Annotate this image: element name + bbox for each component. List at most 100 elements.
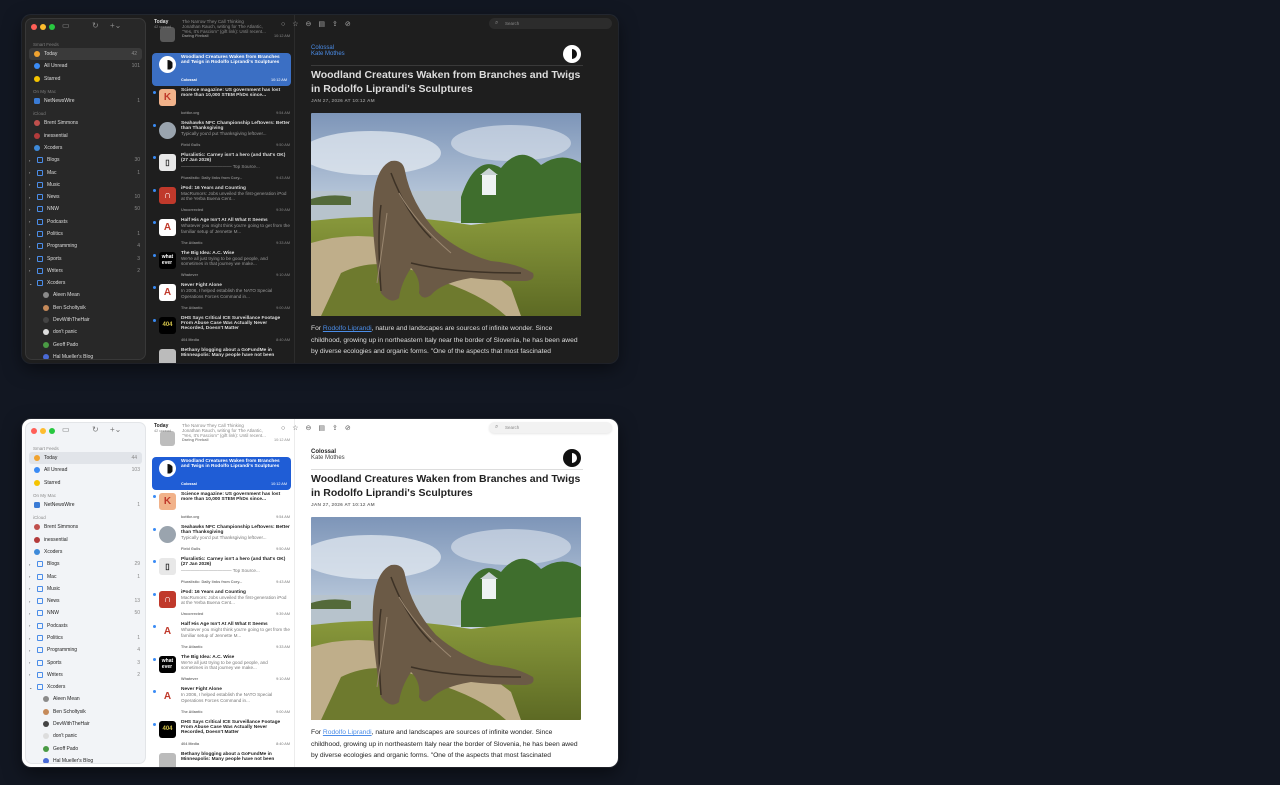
- refresh-icon[interactable]: ↻: [92, 21, 99, 30]
- sidebar-folder[interactable]: › Sports 3: [26, 252, 145, 264]
- scrolled-article[interactable]: The Narrow They Call Thinking Jonathan R…: [160, 19, 290, 52]
- article-row[interactable]: A Never Fight Alone In 2006, I helped esta…: [149, 281, 294, 314]
- sidebar-folder[interactable]: › Politics 1: [26, 228, 145, 240]
- chevron-right-icon[interactable]: ›: [29, 268, 30, 273]
- sidebar-folder[interactable]: › News 10: [26, 191, 145, 203]
- article-row[interactable]: K Science magazine: US government has los…: [149, 490, 294, 523]
- share-icon[interactable]: ⇪: [332, 424, 338, 432]
- article-row[interactable]: 404 DHS Says Critical ICE Surveillance Fo…: [149, 314, 294, 347]
- sidebar-item-all-unread[interactable]: All Unread 103: [26, 464, 145, 476]
- sidebar-feed[interactable]: inessential: [26, 533, 145, 545]
- chevron-right-icon[interactable]: ›: [29, 623, 30, 628]
- sidebar-folder[interactable]: › Programming 4: [26, 240, 145, 252]
- mark-read-icon[interactable]: ○: [281, 425, 285, 432]
- sidebar-feed[interactable]: DevWithTheHair: [26, 314, 145, 326]
- sidebar-feed[interactable]: Brent Simmons: [26, 521, 145, 533]
- sidebar-folder[interactable]: › Blogs 29: [26, 558, 145, 570]
- chevron-right-icon[interactable]: ›: [29, 648, 30, 653]
- chevron-right-icon[interactable]: ›: [29, 207, 30, 212]
- star-icon[interactable]: ☆: [292, 20, 298, 28]
- minimize-window-button[interactable]: [40, 428, 46, 434]
- open-browser-icon[interactable]: ⊘: [345, 424, 351, 432]
- sidebar-folder[interactable]: › Politics 1: [26, 632, 145, 644]
- sidebar-feed[interactable]: Xcoders: [26, 546, 145, 558]
- sidebar-feed[interactable]: Ben Scholtysik: [26, 706, 145, 718]
- close-window-button[interactable]: [31, 24, 37, 30]
- chevron-right-icon[interactable]: ›: [29, 562, 30, 567]
- article-row[interactable]: Seahawks NFC Championship Leftovers: Bet…: [149, 119, 294, 152]
- sidebar-feed[interactable]: Geoff Pado: [26, 743, 145, 755]
- article-row[interactable]: Seahawks NFC Championship Leftovers: Bet…: [149, 523, 294, 556]
- reader-view-icon[interactable]: ▤: [318, 20, 325, 28]
- add-icon[interactable]: +⌄: [110, 21, 121, 30]
- chevron-right-icon[interactable]: ›: [29, 244, 30, 249]
- sidebar-toggle-icon[interactable]: ▭: [62, 425, 70, 434]
- article-author[interactable]: Kate Mothes: [311, 455, 583, 461]
- sidebar-item-today[interactable]: Today 44: [29, 452, 142, 465]
- chevron-right-icon[interactable]: ›: [29, 232, 30, 237]
- article-row[interactable]: what ever The Big Idea: A.C. Wise We're all…: [149, 249, 294, 282]
- sidebar-folder[interactable]: › News 13: [26, 595, 145, 607]
- search-input[interactable]: ⌕ Search: [489, 18, 612, 29]
- sidebar-feed[interactable]: Aleen Mean: [26, 693, 145, 705]
- open-browser-icon[interactable]: ⊘: [345, 20, 351, 28]
- scrolled-article[interactable]: The Narrow They Call Thinking Jonathan R…: [160, 423, 290, 456]
- refresh-icon[interactable]: ↻: [92, 425, 99, 434]
- search-input[interactable]: ⌕ Search: [489, 422, 612, 433]
- article-row[interactable]: K Science magazine: US government has los…: [149, 86, 294, 119]
- sidebar-feed[interactable]: Ben Scholtysik: [26, 302, 145, 314]
- chevron-right-icon[interactable]: ›: [29, 195, 30, 200]
- chevron-right-icon[interactable]: ›: [29, 158, 30, 163]
- chevron-right-icon[interactable]: ›: [29, 256, 30, 261]
- sidebar-folder[interactable]: › Podcasts: [26, 216, 145, 228]
- sidebar-folder[interactable]: › Writers 2: [26, 265, 145, 277]
- chevron-right-icon[interactable]: ›: [29, 574, 30, 579]
- close-window-button[interactable]: [31, 428, 37, 434]
- sidebar-item-today[interactable]: Today 42: [29, 48, 142, 61]
- article-author[interactable]: Kate Mothes: [311, 51, 583, 57]
- sidebar-feed[interactable]: Aleen Mean: [26, 289, 145, 301]
- article-row[interactable]: what ever The Big Idea: A.C. Wise We're all…: [149, 653, 294, 686]
- sidebar-feed[interactable]: don't panic: [26, 326, 145, 338]
- sidebar-feed[interactable]: Brent Simmons: [26, 117, 145, 129]
- next-unread-icon[interactable]: ⊖: [306, 20, 312, 28]
- sidebar-folder[interactable]: › Blogs 30: [26, 154, 145, 166]
- article-row[interactable]: Woodland Creatures Waken from Branches a…: [152, 53, 291, 86]
- sidebar-item-starred[interactable]: Starred: [26, 477, 145, 489]
- article-row[interactable]: A Half His Age Isn't At All What It Seems…: [149, 216, 294, 249]
- chevron-right-icon[interactable]: ›: [29, 182, 30, 187]
- star-icon[interactable]: ☆: [292, 424, 298, 432]
- sidebar-toggle-icon[interactable]: ▭: [62, 21, 70, 30]
- article-row[interactable]: ▯ Pluralistic: Carney isn't a hero (and t…: [149, 555, 294, 588]
- article-row[interactable]: A Half His Age Isn't At All What It Seems…: [149, 620, 294, 653]
- sidebar-folder[interactable]: ⌄ Xcoders: [26, 277, 145, 289]
- sidebar-feed[interactable]: DevWithTheHair: [26, 718, 145, 730]
- article-row[interactable]: 404 DHS Says Critical ICE Surveillance Fo…: [149, 718, 294, 751]
- next-unread-icon[interactable]: ⊖: [306, 424, 312, 432]
- chevron-right-icon[interactable]: ›: [29, 672, 30, 677]
- chevron-right-icon[interactable]: ›: [29, 586, 30, 591]
- chevron-down-icon[interactable]: ⌄: [29, 281, 32, 286]
- sidebar-feed[interactable]: Geoff Pado: [26, 339, 145, 351]
- sidebar-feed[interactable]: Hal Mueller's Blog: [26, 351, 145, 359]
- sidebar-folder[interactable]: › NNW 50: [26, 203, 145, 215]
- artist-link[interactable]: Rodolfo Liprandi: [323, 729, 372, 736]
- sidebar-folder[interactable]: › Music: [26, 583, 145, 595]
- sidebar-item-netnewswire[interactable]: NetNewsWire 1: [26, 499, 145, 511]
- sidebar-feed[interactable]: inessential: [26, 129, 145, 141]
- sidebar-feed[interactable]: don't panic: [26, 730, 145, 742]
- sidebar-item-all-unread[interactable]: All Unread 101: [26, 60, 145, 72]
- sidebar-folder[interactable]: › Podcasts: [26, 620, 145, 632]
- zoom-window-button[interactable]: [49, 428, 55, 434]
- artist-link[interactable]: Rodolfo Liprandi: [323, 325, 372, 332]
- sidebar-folder[interactable]: › Writers 2: [26, 669, 145, 681]
- article-row[interactable]: Bethany blogging about a GoFundMe in Min…: [149, 750, 294, 767]
- minimize-window-button[interactable]: [40, 24, 46, 30]
- sidebar-folder[interactable]: › Sports 3: [26, 656, 145, 668]
- article-row[interactable]: Woodland Creatures Waken from Branches a…: [152, 457, 291, 490]
- add-icon[interactable]: +⌄: [110, 425, 121, 434]
- sidebar-feed[interactable]: Hal Mueller's Blog: [26, 755, 145, 763]
- zoom-window-button[interactable]: [49, 24, 55, 30]
- sidebar-folder[interactable]: › Programming 4: [26, 644, 145, 656]
- chevron-right-icon[interactable]: ›: [29, 660, 30, 665]
